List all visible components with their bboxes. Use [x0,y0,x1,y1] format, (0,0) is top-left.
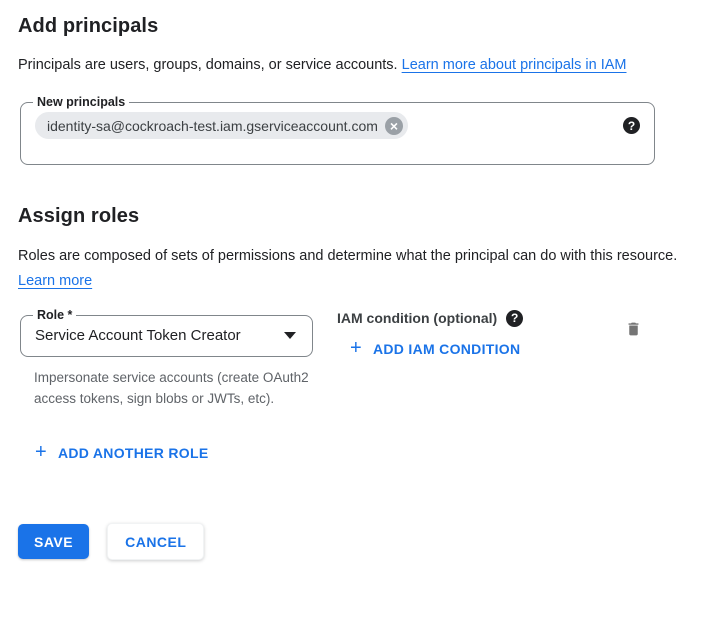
iam-condition-label: IAM condition (optional) [337,310,497,327]
iam-condition-column: IAM condition (optional) ? + ADD IAM CON… [337,308,523,360]
delete-role-column [625,308,642,344]
role-label: Role * [33,308,76,322]
role-helper-text: Impersonate service accounts (create OAu… [34,367,313,409]
roles-description: Roles are composed of sets of permission… [18,244,678,294]
page-title: Add principals [18,14,695,38]
add-principals-panel: Add principals Principals are users, gro… [0,0,713,560]
iam-condition-help-icon[interactable]: ? [506,310,523,327]
add-another-role-button[interactable]: + ADD ANOTHER ROLE [35,445,209,461]
role-selected-value: Service Account Token Creator [35,327,241,344]
dialog-actions: SAVE CANCEL [18,523,695,560]
new-principals-help-icon[interactable]: ? [623,117,640,134]
trash-icon [625,319,642,339]
role-row: Role * Service Account Token Creator Imp… [20,308,695,409]
new-principals-label: New principals [33,95,129,109]
iam-condition-label-row: IAM condition (optional) ? [337,310,523,327]
principals-description: Principals are users, groups, domains, o… [18,53,676,78]
role-value-row: Service Account Token Creator [33,324,300,344]
save-button[interactable]: SAVE [18,524,89,559]
add-iam-condition-button[interactable]: + ADD IAM CONDITION [350,341,520,357]
chip-close-icon[interactable]: × [385,117,403,135]
add-iam-condition-label: ADD IAM CONDITION [373,341,520,357]
plus-icon: + [350,340,362,356]
learn-more-roles-link[interactable]: Learn more [18,273,92,289]
cancel-button[interactable]: CANCEL [107,523,204,560]
principals-description-text: Principals are users, groups, domains, o… [18,57,402,73]
principal-chip: identity-sa@cockroach-test.iam.gservicea… [35,112,408,139]
learn-more-principals-link[interactable]: Learn more about principals in IAM [402,57,627,73]
role-column: Role * Service Account Token Creator Imp… [20,308,313,409]
new-principals-field[interactable]: New principals identity-sa@cockroach-tes… [20,95,655,165]
chevron-down-icon [284,332,296,339]
new-principals-chip-row: identity-sa@cockroach-test.iam.gservicea… [33,111,642,139]
role-select[interactable]: Role * Service Account Token Creator [20,308,313,357]
principal-chip-label: identity-sa@cockroach-test.iam.gservicea… [47,118,378,134]
plus-icon: + [35,444,47,460]
add-another-role-label: ADD ANOTHER ROLE [58,445,209,461]
assign-roles-title: Assign roles [18,204,695,228]
roles-description-text: Roles are composed of sets of permission… [18,248,677,264]
delete-role-button[interactable] [625,319,642,339]
